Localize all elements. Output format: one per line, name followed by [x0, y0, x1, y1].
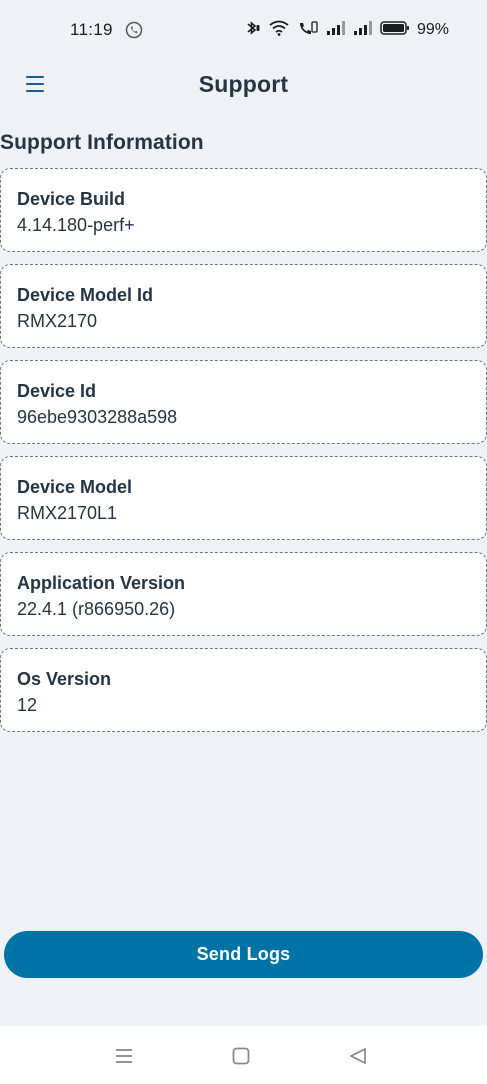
recent-apps-icon	[116, 1049, 132, 1063]
info-value: 22.4.1 (r866950.26)	[17, 599, 176, 619]
bluetooth-icon	[245, 19, 261, 42]
back-icon	[350, 1048, 366, 1064]
menu-icon-line	[26, 83, 44, 85]
menu-button[interactable]	[26, 72, 52, 96]
battery-icon	[380, 20, 410, 41]
home-icon	[232, 1047, 250, 1065]
back-button[interactable]	[346, 1044, 370, 1068]
signal-icon-sim1	[326, 20, 346, 41]
info-value: 96ebe9303288a598	[17, 407, 178, 427]
info-value: 4.14.180-perf+	[17, 215, 135, 235]
info-card-device-build: Device Build 4.14.180-perf+	[0, 168, 487, 252]
page-title: Support	[198, 70, 289, 97]
info-label: Device Id	[17, 381, 97, 401]
recent-apps-button[interactable]	[112, 1044, 136, 1068]
status-icons: 99%	[245, 19, 449, 42]
section-title: Support Information	[0, 131, 204, 154]
signal-icon-sim2	[353, 20, 373, 41]
info-label: Os Version	[17, 669, 112, 689]
send-logs-button[interactable]: Send Logs	[4, 931, 483, 978]
info-card-os-version: Os Version 12	[0, 648, 487, 732]
call-icon	[125, 21, 143, 39]
info-label: Device Model	[17, 477, 133, 497]
volte-call-icon	[297, 19, 319, 42]
home-button[interactable]	[229, 1044, 253, 1068]
menu-icon-line	[26, 90, 44, 92]
status-time: 11:19	[70, 20, 113, 39]
status-bar: 11:19 99%	[0, 0, 487, 60]
system-nav-bar	[0, 1026, 487, 1084]
info-label: Application Version	[17, 573, 186, 593]
battery-percent: 99%	[416, 21, 449, 38]
support-screen: 11:19 99% Support Support Information De…	[0, 0, 487, 1084]
info-card-device-model-id: Device Model Id RMX2170	[0, 264, 487, 348]
app-header: Support	[0, 60, 487, 108]
info-card-device-id: Device Id 96ebe9303288a598	[0, 360, 487, 444]
info-value: 12	[17, 695, 38, 715]
info-label: Device Build	[17, 189, 126, 209]
info-label: Device Model Id	[17, 285, 154, 305]
info-value: RMX2170L1	[17, 503, 118, 523]
info-value: RMX2170	[17, 311, 98, 331]
info-card-application-version: Application Version 22.4.1 (r866950.26)	[0, 552, 487, 636]
wifi-icon	[268, 19, 290, 42]
menu-icon-line	[26, 76, 44, 78]
info-card-device-model: Device Model RMX2170L1	[0, 456, 487, 540]
